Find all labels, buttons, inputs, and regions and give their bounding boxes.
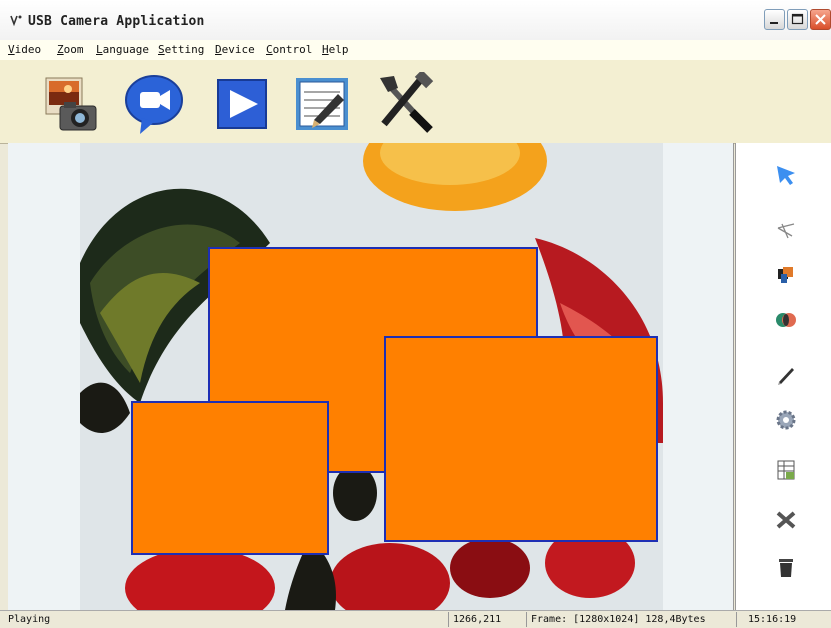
roi-rectangle[interactable] <box>384 336 658 542</box>
maximize-icon <box>791 13 804 25</box>
menu-accelerator: D <box>215 43 222 56</box>
tools-icon <box>380 69 434 133</box>
notes-edit-icon <box>296 78 348 130</box>
status-bar: Playing 1266,211 Frame: [1280x1024] 128,… <box>0 610 831 628</box>
status-state: Playing <box>8 614 51 625</box>
app-icon <box>10 15 22 27</box>
line-tool-icon[interactable] <box>774 218 798 242</box>
settings-edit-button[interactable] <box>290 72 354 136</box>
video-frame[interactable] <box>80 143 663 610</box>
title-bar[interactable]: USB Camera Application <box>0 0 831 41</box>
maximize-button[interactable] <box>787 9 808 30</box>
close-button[interactable] <box>810 9 831 30</box>
menu-video[interactable]: Video <box>8 43 41 56</box>
menu-accelerator: L <box>96 43 103 56</box>
snapshot-button[interactable] <box>38 72 102 136</box>
close-icon <box>815 14 826 25</box>
photo-camera-icon <box>45 77 97 131</box>
pen-icon[interactable] <box>774 363 798 387</box>
record-button[interactable] <box>122 72 186 136</box>
status-divider <box>448 612 449 627</box>
menu-device[interactable]: Device <box>215 43 255 56</box>
menu-accelerator: V <box>8 43 15 56</box>
drawing-tools-panel <box>735 143 831 610</box>
video-chat-icon <box>125 75 183 134</box>
menu-control[interactable]: Control <box>266 43 312 56</box>
minimize-button[interactable] <box>764 9 785 30</box>
menu-accelerator: Z <box>57 43 64 56</box>
tools-button[interactable] <box>372 69 436 136</box>
menu-bar: Video Zoom Language Setting Device Contr… <box>0 40 831 61</box>
menu-accelerator: S <box>158 43 165 56</box>
status-frame: Frame: [1280x1024] 128,4Bytes <box>531 614 706 625</box>
shapes-icon[interactable] <box>774 263 798 287</box>
menu-zoom[interactable]: Zoom <box>57 43 84 56</box>
status-divider <box>736 612 737 627</box>
minimize-icon <box>770 22 778 24</box>
window-title: USB Camera Application <box>28 14 205 29</box>
play-button[interactable] <box>212 72 276 136</box>
menu-accelerator: C <box>266 43 273 56</box>
delete-x-icon[interactable] <box>774 508 798 532</box>
status-time: 15:16:19 <box>748 614 797 625</box>
menu-setting[interactable]: Setting <box>158 43 204 56</box>
menu-language[interactable]: Language <box>96 43 149 56</box>
trash-icon[interactable] <box>774 555 798 579</box>
application-window: USB Camera Application Video Zoom Langua… <box>0 0 831 628</box>
menu-help[interactable]: Help <box>322 43 349 56</box>
status-coords: 1266,211 <box>453 614 502 625</box>
menu-accelerator: H <box>322 43 329 56</box>
play-icon <box>217 79 267 129</box>
roi-rectangle[interactable] <box>131 401 329 555</box>
color-circles-icon[interactable] <box>774 308 798 332</box>
grid-edit-icon[interactable] <box>774 458 798 482</box>
arrow-cursor-icon[interactable] <box>774 163 798 187</box>
status-divider <box>526 612 527 627</box>
gear-icon[interactable] <box>774 408 798 432</box>
toolbar <box>0 60 831 144</box>
